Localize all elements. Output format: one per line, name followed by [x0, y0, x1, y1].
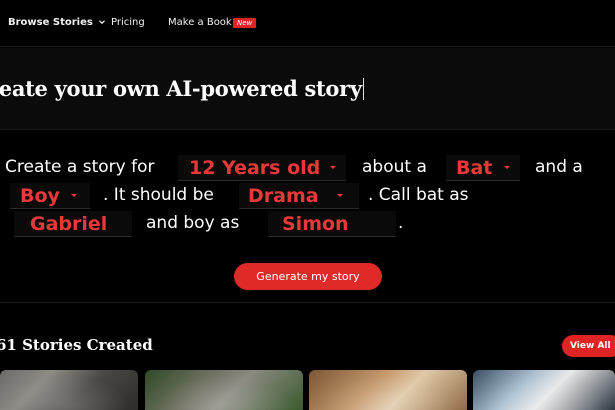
- story-thumbnail[interactable]: [0, 370, 138, 410]
- age-select[interactable]: 12 Years old: [178, 155, 346, 181]
- animal-select[interactable]: Bat: [446, 155, 520, 181]
- chevron-down-icon: [337, 194, 343, 197]
- top-nav: Browse Stories Pricing Make a Book New: [0, 0, 615, 47]
- builder-text-boy: and boy as: [146, 213, 240, 233]
- story-thumbnail[interactable]: [473, 370, 615, 410]
- builder-text-call: . Call bat as: [368, 185, 469, 205]
- chevron-down-icon: [504, 166, 510, 169]
- builder-text-and: and a: [535, 157, 583, 177]
- builder-text-end: .: [398, 213, 404, 233]
- chevron-down-icon: [99, 20, 106, 25]
- view-all-label: View All: [570, 341, 611, 351]
- nav-make-a-book[interactable]: Make a Book: [168, 17, 232, 28]
- thumbnail-image: [145, 370, 303, 410]
- thumbnail-image: [0, 370, 138, 410]
- builder-text-create: Create a story for: [5, 157, 155, 177]
- animal-select-value: Bat: [456, 157, 493, 179]
- animal-name-input[interactable]: Gabriel: [14, 211, 132, 237]
- hero-title: reate your own AI-powered story: [0, 76, 364, 101]
- hero-title-text: reate your own AI-powered story: [0, 76, 362, 101]
- story-thumbnail[interactable]: [309, 370, 467, 410]
- chevron-down-icon: [330, 166, 336, 169]
- person-select[interactable]: Boy: [10, 183, 90, 209]
- age-select-value: 12 Years old: [189, 157, 321, 179]
- nav-browse-label: Browse Stories: [8, 17, 93, 28]
- person-select-value: Boy: [20, 185, 60, 207]
- story-thumbnail[interactable]: [145, 370, 303, 410]
- person-name-input[interactable]: Simon: [268, 211, 396, 237]
- hero-section: reate your own AI-powered story: [0, 48, 615, 130]
- person-name-value: Simon: [282, 213, 349, 235]
- animal-name-value: Gabriel: [30, 213, 108, 235]
- chevron-down-icon: [71, 194, 77, 197]
- text-cursor: [362, 78, 364, 100]
- view-all-button[interactable]: View All: [562, 335, 615, 357]
- genre-select[interactable]: Drama: [239, 183, 359, 209]
- nav-browse-stories[interactable]: Browse Stories: [8, 17, 106, 28]
- generate-story-button[interactable]: Generate my story: [234, 263, 382, 290]
- builder-text-about: about a: [362, 157, 427, 177]
- nav-pricing[interactable]: Pricing: [111, 17, 145, 28]
- thumbnail-image: [473, 370, 615, 410]
- new-badge: New: [233, 18, 257, 28]
- builder-text-should: . It should be: [103, 185, 214, 205]
- stories-count-heading: 61 Stories Created: [0, 336, 153, 354]
- thumbnail-image: [309, 370, 467, 410]
- genre-select-value: Drama: [248, 185, 319, 207]
